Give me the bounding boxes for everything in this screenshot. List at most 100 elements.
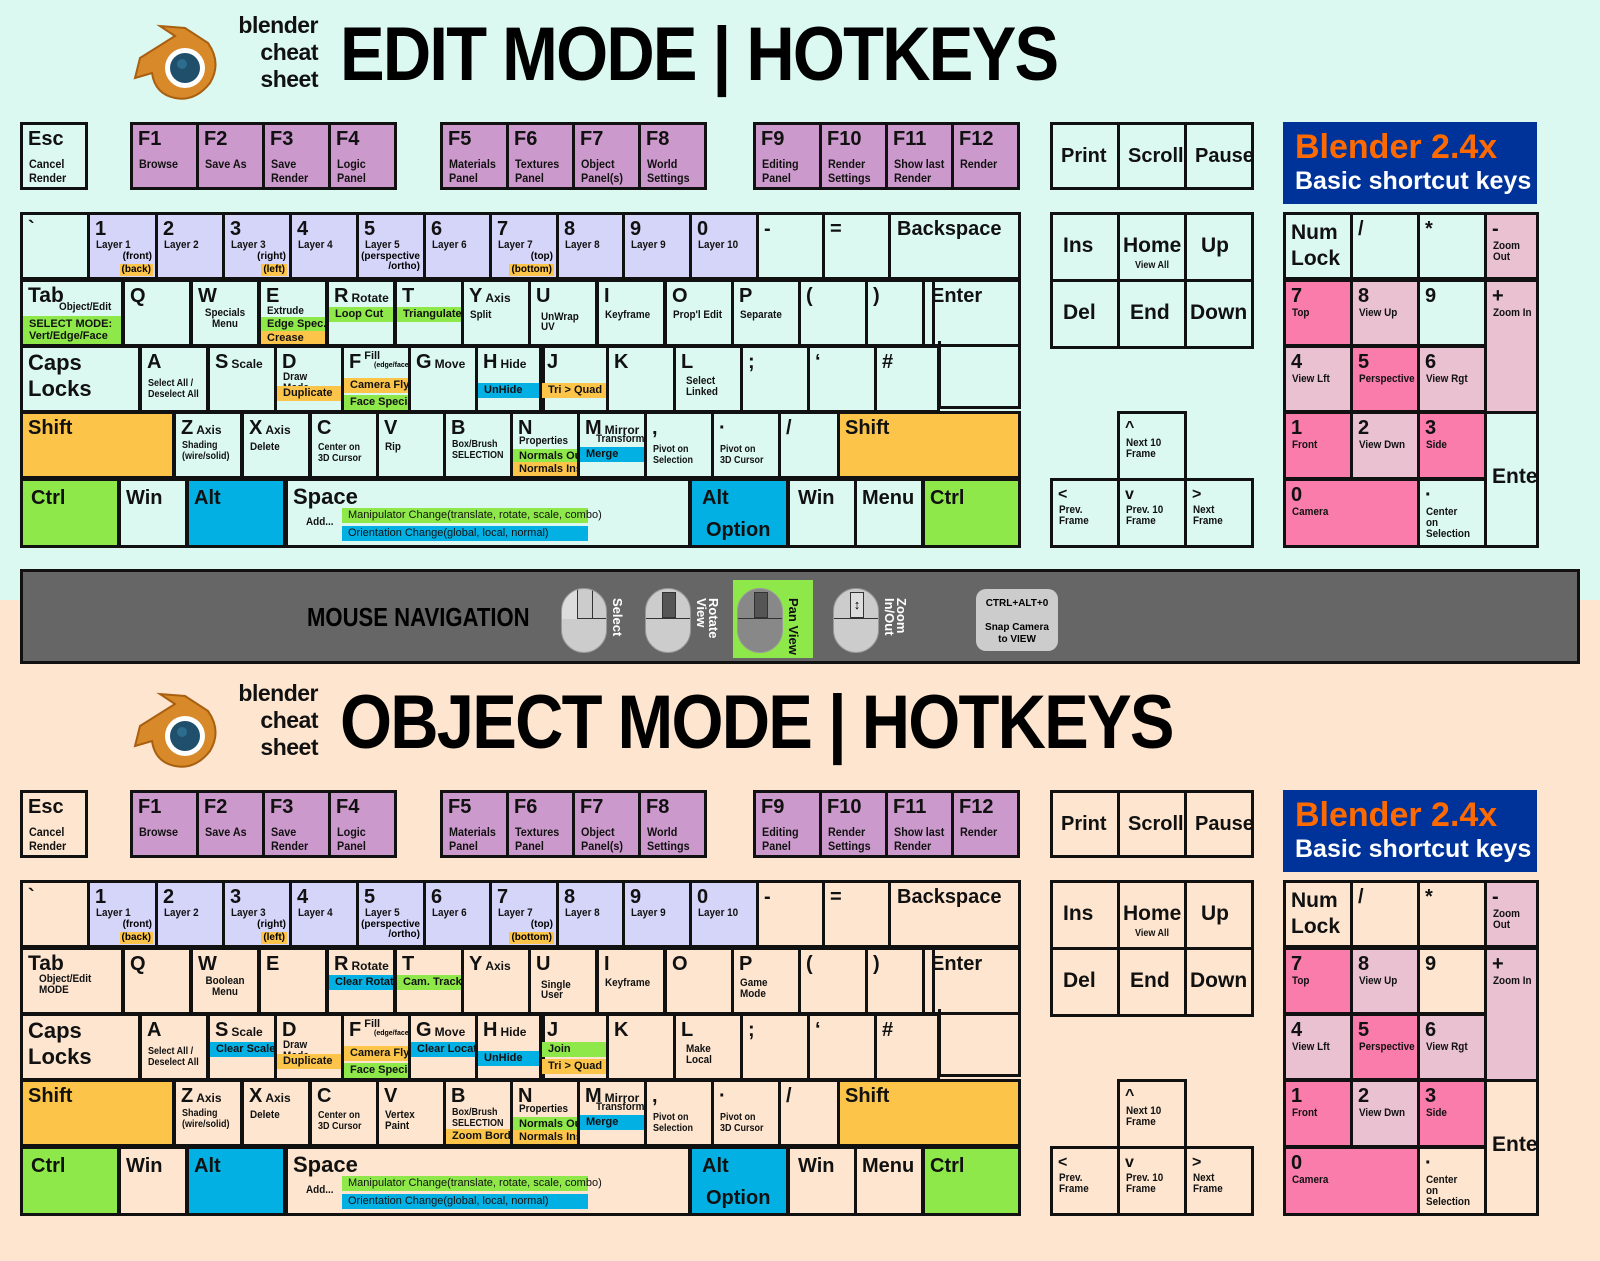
key-space[interactable]: Space Add... Manipulator Change(translate,… [285, 478, 691, 548]
snap-camera-button[interactable]: CTRL+ALT+0 Snap Camera to VIEW [976, 589, 1058, 651]
key-h[interactable]: H Hide UnHide [475, 345, 545, 413]
key-comma[interactable]: , Pivot on Selection [644, 1079, 714, 1147]
key-e[interactable]: E [258, 947, 328, 1015]
key-p[interactable]: P Game Mode [731, 947, 801, 1015]
key-d[interactable]: DDraw ModeDuplicate [274, 345, 344, 413]
key-o[interactable]: O Prop'l Edit [664, 279, 734, 347]
key-h[interactable]: H Hide UnHide [475, 1013, 545, 1081]
key-n[interactable]: NPropertiesNormals OutNormals Inside [510, 411, 580, 479]
key-quote[interactable]: ‘ [807, 345, 877, 413]
key-equals[interactable]: = [822, 880, 891, 948]
key-period[interactable]: · Pivot on 3D Cursor [711, 1079, 781, 1147]
key-scroll[interactable]: Scroll [1117, 122, 1187, 190]
key-num-decimal[interactable]: · Center on Selection [1417, 478, 1487, 548]
key-f6[interactable]: F6 Textures Panel [506, 790, 575, 858]
key-j[interactable]: J Join Tri > Quad [539, 1013, 609, 1081]
key-arrow-down[interactable]: v Prev. 10 Frame [1117, 478, 1187, 548]
key-left-shift[interactable]: Shift [20, 1079, 175, 1147]
key-num-8[interactable]: 8 View Up [1350, 279, 1420, 347]
key-4[interactable]: 4 Layer 4 [289, 212, 359, 280]
key-num-divide[interactable]: / [1350, 880, 1420, 948]
key-num-0[interactable]: 0 Camera [1283, 478, 1420, 548]
key-enter-lower[interactable] [938, 1009, 1021, 1077]
key-tab[interactable]: Tab Object/Edit MODE [20, 947, 124, 1015]
key-del[interactable]: Del [1050, 279, 1120, 349]
key-0[interactable]: 0 Layer 10 [689, 880, 759, 948]
key-ins[interactable]: Ins [1050, 880, 1120, 950]
key-num-3[interactable]: 3 Side [1417, 1079, 1487, 1148]
key-s[interactable]: S Scale [207, 345, 277, 413]
key-z[interactable]: Z Axis Shading (wire/solid) [173, 1079, 243, 1147]
key-up[interactable]: Up [1184, 880, 1254, 950]
key-i[interactable]: I Keyframe [596, 279, 666, 347]
key-q[interactable]: Q [122, 279, 192, 347]
key-menu[interactable]: Menu [854, 478, 924, 548]
key-num-5[interactable]: 5 Perspective [1350, 345, 1420, 413]
key-num-decimal[interactable]: · Center on Selection [1417, 1146, 1487, 1216]
key-9[interactable]: 9 Layer 9 [622, 880, 692, 948]
key-y[interactable]: Y Axis [461, 947, 531, 1015]
key-m[interactable]: M Mirror Transform Merge [577, 1079, 647, 1147]
key-semicolon[interactable]: ; [740, 1013, 810, 1081]
key-period[interactable]: · Pivot on 3D Cursor [711, 411, 781, 479]
key-enter[interactable]: Enter [922, 279, 1021, 347]
key-v[interactable]: V Rip [376, 411, 446, 479]
key-left-alt[interactable]: Alt [186, 1146, 286, 1216]
key-b[interactable]: BBox/BrushSELECTIONZoom Border [443, 1079, 513, 1147]
key-arrow-right[interactable]: > Next Frame [1184, 1146, 1254, 1216]
key-left-shift[interactable]: Shift [20, 411, 175, 479]
key-num-plus[interactable]: + Zoom In [1484, 947, 1539, 1082]
key-7[interactable]: 7 Layer 7 (top) (bottom) [489, 212, 559, 280]
key-f10[interactable]: F10 Render Settings [819, 122, 888, 190]
key-right-win[interactable]: Win [787, 478, 857, 548]
key-num-9[interactable]: 9 [1417, 279, 1487, 347]
key-num-3[interactable]: 3 Side [1417, 411, 1487, 480]
key-num-multiply[interactable]: * [1417, 212, 1487, 280]
key-r[interactable]: R Rotate Loop Cut [326, 279, 396, 347]
key-f4[interactable]: F4 Logic Panel [328, 790, 397, 858]
key-pause[interactable]: Pause [1184, 790, 1254, 858]
key-tab[interactable]: Tab Object/Edit SELECT MODE: Vert/Edge/Fac… [20, 279, 124, 347]
key-comma[interactable]: , Pivot on Selection [644, 411, 714, 479]
key-f11[interactable]: F11 Show last Render [885, 790, 954, 858]
key-home[interactable]: Home View All [1117, 212, 1187, 282]
key-3[interactable]: 3 Layer 3 (right) (left) [222, 880, 292, 948]
key-left-paren[interactable]: ( [798, 279, 868, 347]
key-5[interactable]: 5 Layer 5 (perspective /ortho) [356, 212, 426, 280]
key-f2[interactable]: F2 Save As [196, 790, 265, 858]
key-num-1[interactable]: 1 Front [1283, 411, 1353, 480]
mouse-button-group-3[interactable]: ↕ Zoom In/Out [829, 580, 909, 658]
key-f3[interactable]: F3 Save Render [262, 122, 331, 190]
key-backtick[interactable]: ` [20, 880, 90, 948]
key-u[interactable]: U Single User [528, 947, 598, 1015]
key-f1[interactable]: F1 Browse [130, 790, 199, 858]
key-num-7[interactable]: 7 Top [1283, 279, 1353, 347]
key-8[interactable]: 8 Layer 8 [556, 212, 625, 280]
key-z[interactable]: Z Axis Shading (wire/solid) [173, 411, 243, 479]
key-down[interactable]: Down [1184, 947, 1254, 1017]
key-enter[interactable]: Enter [922, 947, 1021, 1015]
key-num-multiply[interactable]: * [1417, 880, 1487, 948]
mouse-button-group-2[interactable]: Pan View [733, 580, 813, 658]
key-menu[interactable]: Menu [854, 1146, 924, 1216]
key-f[interactable]: FFill(edge/face)Camera FlyFace Specials [341, 1013, 411, 1081]
key-num-enter[interactable]: Enter [1484, 411, 1539, 548]
key-num-minus[interactable]: - Zoom Out [1484, 880, 1539, 948]
key-num-1[interactable]: 1 Front [1283, 1079, 1353, 1148]
key-arrow-up[interactable]: ^ Next 10 Frame [1117, 1079, 1187, 1149]
key-f10[interactable]: F10 Render Settings [819, 790, 888, 858]
key-scroll[interactable]: Scroll [1117, 790, 1187, 858]
key-l[interactable]: L Make Local [673, 1013, 743, 1081]
mouse-button-group-1[interactable]: Rotate View [641, 580, 721, 658]
key-right-shift[interactable]: Shift [837, 1079, 1021, 1147]
key-2[interactable]: 2 Layer 2 [155, 212, 225, 280]
key-f7[interactable]: F7 Object Panel(s) [572, 122, 641, 190]
key-num-9[interactable]: 9 [1417, 947, 1487, 1015]
key-i[interactable]: I Keyframe [596, 947, 666, 1015]
key-caps-lock[interactable]: Caps Locks [20, 1013, 141, 1081]
key-r[interactable]: R Rotate Clear Rotat. [326, 947, 396, 1015]
key-num-7[interactable]: 7 Top [1283, 947, 1353, 1015]
key-6[interactable]: 6 Layer 6 [423, 212, 492, 280]
key-up[interactable]: Up [1184, 212, 1254, 282]
key-num-divide[interactable]: / [1350, 212, 1420, 280]
